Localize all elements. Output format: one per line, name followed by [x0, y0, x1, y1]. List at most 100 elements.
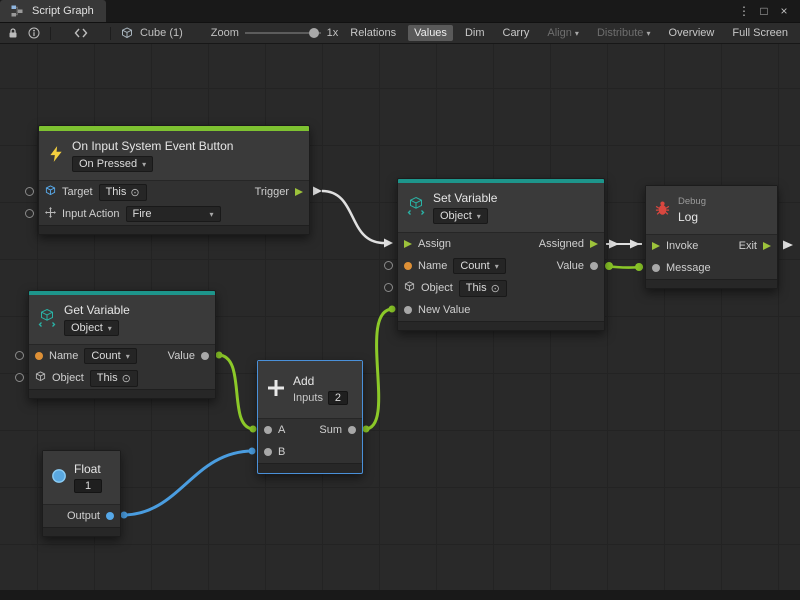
new-value-input-port[interactable] — [404, 306, 412, 314]
plus-icon — [266, 378, 286, 401]
node-float-literal[interactable]: Float 1 Output — [42, 450, 121, 537]
relations-button[interactable]: Relations — [344, 25, 402, 41]
chevron-down-icon: ▾ — [575, 29, 579, 38]
chevron-down-icon: ▾ — [646, 29, 650, 38]
invoke-input-port[interactable] — [652, 242, 660, 250]
inputs-label: Inputs — [293, 392, 323, 404]
new-value-row: New Value — [398, 299, 604, 321]
toolbar-separator — [50, 27, 51, 40]
wire-trigger-to-assign[interactable] — [322, 191, 384, 243]
trigger-output-port[interactable] — [295, 188, 303, 196]
wire-endpoint — [605, 262, 613, 270]
trigger-label: Trigger — [255, 186, 289, 198]
exit-output-port[interactable] — [763, 242, 771, 250]
object-label: Object — [52, 372, 84, 384]
sum-label: Sum — [319, 424, 342, 436]
object-literal-port[interactable] — [15, 373, 24, 382]
object-label: Object — [421, 282, 453, 294]
node-header[interactable]: Get Variable Object▾ — [29, 295, 215, 345]
object-literal-port[interactable] — [384, 283, 393, 292]
node-title: On Input System Event Button — [72, 139, 233, 153]
b-row: B — [258, 441, 362, 463]
node-header[interactable]: On Input System Event Button On Pressed▾ — [39, 131, 309, 181]
window-controls: ⋮ □ × — [736, 0, 800, 22]
assign-input-port[interactable] — [404, 240, 412, 248]
info-icon[interactable] — [26, 24, 40, 42]
assigned-output-port[interactable] — [590, 240, 598, 248]
event-mode-dropdown[interactable]: On Pressed▾ — [72, 156, 153, 172]
name-row: Name Count▾ Value — [398, 255, 604, 277]
output-port[interactable] — [106, 512, 114, 520]
assign-label: Assign — [418, 238, 451, 250]
node-header[interactable]: Float 1 — [43, 451, 120, 505]
node-on-input-system-event-button[interactable]: On Input System Event Button On Pressed▾… — [38, 125, 310, 235]
variable-kind-dropdown[interactable]: Object▾ — [64, 320, 119, 336]
name-literal-port[interactable] — [384, 261, 393, 270]
name-dropdown[interactable]: Count▾ — [453, 258, 505, 274]
node-header[interactable]: Set Variable Object▾ — [398, 183, 604, 233]
node-title: Set Variable — [433, 191, 497, 205]
object-this-chip[interactable]: This⊙ — [90, 370, 138, 387]
graph-canvas[interactable]: On Input System Event Button On Pressed▾… — [0, 44, 800, 590]
input-action-input-port[interactable] — [25, 209, 34, 218]
name-row: Name Count▾ Value — [29, 345, 215, 367]
wire-sum-to-newvalue[interactable] — [365, 309, 393, 429]
value-output-port[interactable] — [590, 262, 598, 270]
node-header[interactable]: Add Inputs 2 — [258, 361, 362, 419]
overview-button[interactable]: Overview — [663, 25, 721, 41]
chevron-down-icon: ▾ — [142, 160, 146, 169]
node-header[interactable]: Debug Log — [646, 186, 777, 235]
full-screen-button[interactable]: Full Screen — [726, 25, 794, 41]
target-this-chip[interactable]: This⊙ — [99, 184, 147, 201]
name-input-port[interactable] — [404, 262, 412, 270]
dim-button[interactable]: Dim — [459, 25, 491, 41]
input-action-row: Input Action Fire▾ — [39, 203, 309, 225]
a-label: A — [278, 424, 285, 436]
node-footer — [43, 527, 120, 536]
bug-icon — [654, 200, 671, 220]
object-this-chip[interactable]: This⊙ — [459, 280, 507, 297]
name-input-port[interactable] — [35, 352, 43, 360]
variable-cube-icon — [406, 196, 426, 219]
inputs-count-field[interactable]: 2 — [328, 391, 348, 405]
zoom-label: Zoom — [211, 27, 239, 39]
value-output-port[interactable] — [201, 352, 209, 360]
node-set-variable[interactable]: Set Variable Object▾ Assign Assigned Nam… — [397, 178, 605, 331]
name-dropdown[interactable]: Count▾ — [84, 348, 136, 364]
graph-icon — [8, 2, 26, 20]
values-button[interactable]: Values — [408, 25, 453, 41]
node-debug-log[interactable]: Debug Log Invoke Exit Message — [645, 185, 778, 289]
node-add[interactable]: Add Inputs 2 A Sum — [257, 360, 363, 474]
toolbar-separator — [110, 27, 111, 40]
name-literal-port[interactable] — [15, 351, 24, 360]
collapse-icon[interactable] — [73, 24, 87, 42]
flow-arrowhead-exit[interactable] — [783, 241, 793, 250]
menu-icon[interactable]: ⋮ — [736, 4, 752, 18]
node-get-variable[interactable]: Get Variable Object▾ Name Count▾ Value — [28, 290, 216, 399]
align-button[interactable]: Align ▾ — [541, 25, 585, 41]
wire-getvalue-to-a[interactable] — [218, 355, 254, 429]
close-icon[interactable]: × — [776, 4, 792, 18]
sum-output-port[interactable] — [348, 426, 356, 434]
chevron-down-icon: ▾ — [126, 352, 130, 361]
distribute-button[interactable]: Distribute ▾ — [591, 25, 657, 41]
node-title: Float — [74, 462, 102, 476]
a-input-port[interactable] — [264, 426, 272, 434]
lock-icon[interactable] — [6, 24, 20, 42]
output-row: Output — [43, 505, 120, 527]
input-action-dropdown[interactable]: Fire▾ — [126, 206, 221, 222]
cube-icon — [404, 281, 415, 295]
wire-float-to-b[interactable] — [123, 451, 253, 515]
zoom-slider[interactable] — [245, 26, 321, 40]
variable-kind-dropdown[interactable]: Object▾ — [433, 208, 488, 224]
float-value-field[interactable]: 1 — [74, 479, 102, 493]
tab-script-graph[interactable]: Script Graph — [0, 0, 106, 22]
message-input-port[interactable] — [652, 264, 660, 272]
maximize-icon[interactable]: □ — [756, 4, 772, 18]
zoom-value: 1x — [327, 27, 339, 39]
target-input-port[interactable] — [25, 187, 34, 196]
zoom-knob[interactable] — [309, 28, 319, 38]
carry-button[interactable]: Carry — [497, 25, 536, 41]
node-title: Add — [293, 374, 348, 388]
b-input-port[interactable] — [264, 448, 272, 456]
